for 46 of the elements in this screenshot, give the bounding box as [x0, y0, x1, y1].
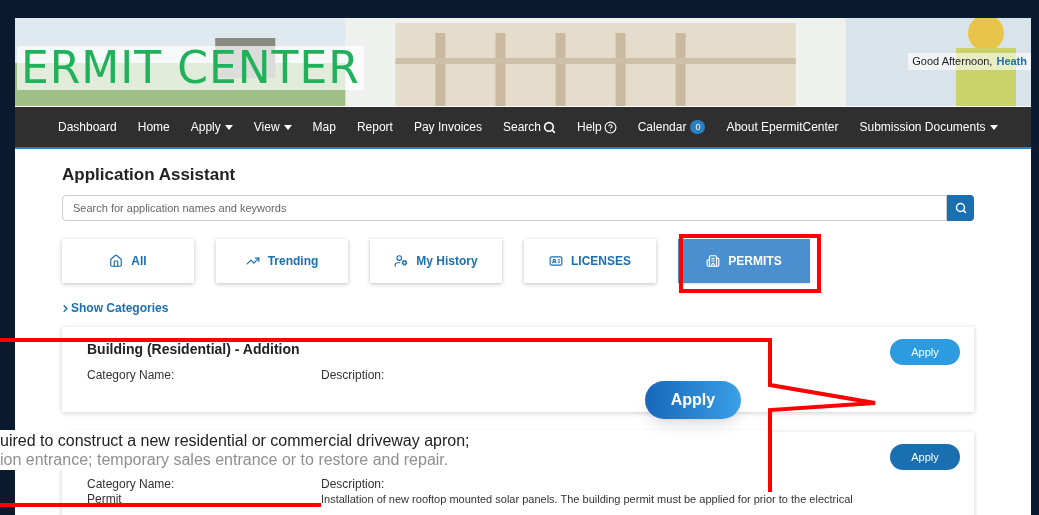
- chevron-icon: [60, 302, 71, 314]
- nav-link[interactable]: Help: [577, 118, 617, 136]
- field-label: Description:: [321, 477, 385, 492]
- search-button[interactable]: [947, 195, 974, 221]
- caret-icon: [283, 124, 292, 130]
- home-icon: [109, 254, 124, 268]
- show-categories-link[interactable]: Show Categories: [60, 299, 169, 317]
- user-icon: [394, 254, 409, 268]
- category-tab[interactable]: LICENSES: [524, 239, 656, 283]
- user-link[interactable]: Heath: [996, 53, 1027, 70]
- id-card-icon: [549, 254, 563, 268]
- greeting-text: Good Afternoon,: [912, 54, 993, 69]
- caret-icon: [989, 124, 998, 130]
- count-badge: 0: [690, 120, 706, 134]
- search-field[interactable]: Search for application names and keywords: [62, 195, 947, 221]
- nav-menu[interactable]: View: [253, 118, 292, 136]
- magnified-text: uired to construct a new residential or commercial driveway apron;: [0, 431, 470, 450]
- caret-icon: [224, 124, 233, 130]
- search-icon: [543, 120, 556, 134]
- nav-menu[interactable]: Apply: [190, 118, 233, 136]
- nav-link[interactable]: Home: [137, 118, 170, 136]
- nav-link[interactable]: Pay Invoices: [413, 118, 482, 136]
- magnified-text: ion entrance; temporary sales entrance or to restore and repair.: [0, 450, 449, 469]
- field-label: Description:: [321, 368, 385, 383]
- apply-button[interactable]: Apply: [890, 444, 960, 470]
- category-tab[interactable]: My History: [370, 239, 502, 283]
- nav-link[interactable]: Dashboard: [58, 118, 117, 136]
- nav-link[interactable]: Map: [312, 118, 336, 136]
- logo-text: ERMIT CENTER: [17, 46, 364, 90]
- field-value: Permit: [87, 492, 122, 507]
- help-icon: [603, 120, 617, 134]
- category-tab[interactable]: All: [62, 239, 194, 283]
- nav-link[interactable]: Calendar 0: [637, 118, 706, 136]
- nav-link[interactable]: Search: [503, 118, 556, 136]
- field-value: Installation of new rooftop mounted solar panels. The building permit must be applied for prior to the electrical: [321, 492, 853, 507]
- nav-link[interactable]: About EpermitCenter: [726, 118, 839, 136]
- building-icon: [706, 254, 721, 268]
- field-label: Category Name:: [87, 477, 175, 492]
- nav-link[interactable]: Report: [356, 118, 393, 136]
- category-tab[interactable]: Trending: [216, 239, 348, 283]
- field-label: Category Name:: [87, 368, 175, 383]
- section-title: Application Assistant: [62, 165, 237, 185]
- nav-menu[interactable]: Submission Documents: [859, 118, 998, 136]
- magnified-apply-button[interactable]: Apply: [645, 381, 741, 419]
- card-title: Building (Residential) - Addition: [87, 340, 300, 359]
- search-icon: [954, 202, 967, 214]
